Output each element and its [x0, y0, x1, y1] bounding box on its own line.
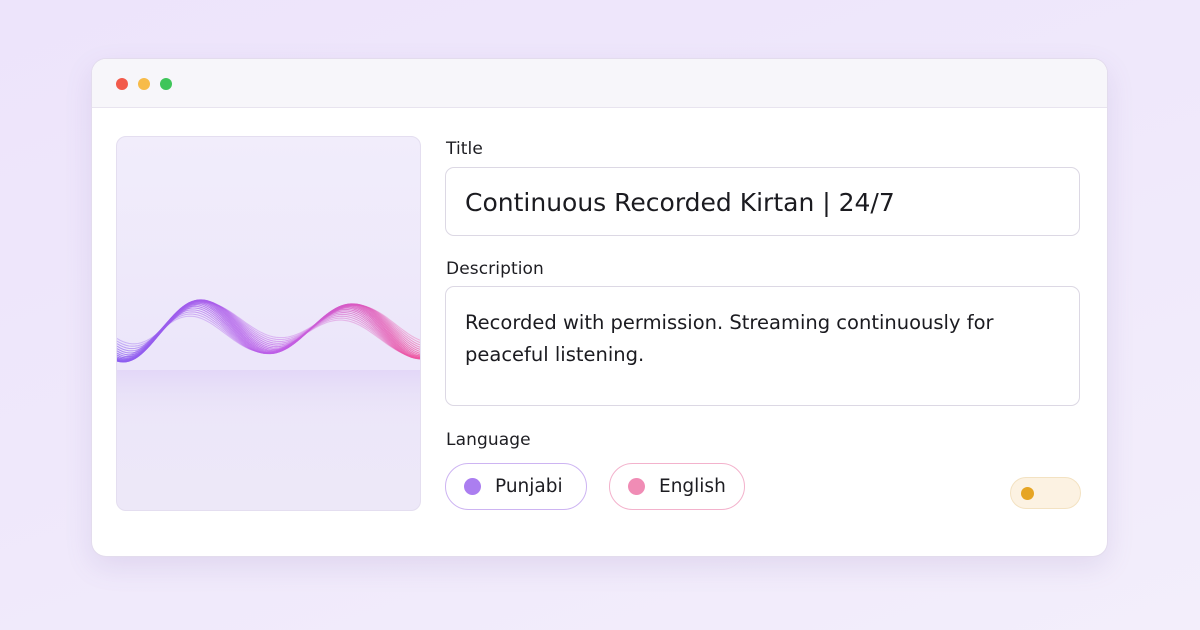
purple-dot-icon	[464, 478, 481, 495]
pink-dot-icon	[628, 478, 645, 495]
editor-window: Title Continuous Recorded Kirtan | 24/7 …	[92, 59, 1107, 556]
waveform-icon	[117, 282, 420, 430]
toggle-switch[interactable]	[1010, 477, 1081, 509]
title-label: Title	[446, 139, 483, 159]
window-titlebar	[92, 59, 1107, 108]
language-chip-punjabi[interactable]: Punjabi	[445, 463, 587, 510]
close-window-button[interactable]	[116, 78, 128, 90]
waveform-bars	[120, 282, 417, 382]
language-chip-label: Punjabi	[495, 476, 563, 497]
minimize-window-button[interactable]	[138, 78, 150, 90]
toggle-knob	[1021, 487, 1034, 500]
language-chip-english[interactable]: English	[609, 463, 745, 510]
title-input[interactable]: Continuous Recorded Kirtan | 24/7	[445, 167, 1080, 236]
description-textarea[interactable]: Recorded with permission. Streaming cont…	[445, 286, 1080, 406]
description-label: Description	[446, 259, 544, 279]
cover-artwork[interactable]	[116, 136, 421, 511]
maximize-window-button[interactable]	[160, 78, 172, 90]
language-label: Language	[446, 430, 531, 450]
language-chip-label: English	[659, 476, 726, 497]
waveform-lines	[117, 299, 420, 363]
